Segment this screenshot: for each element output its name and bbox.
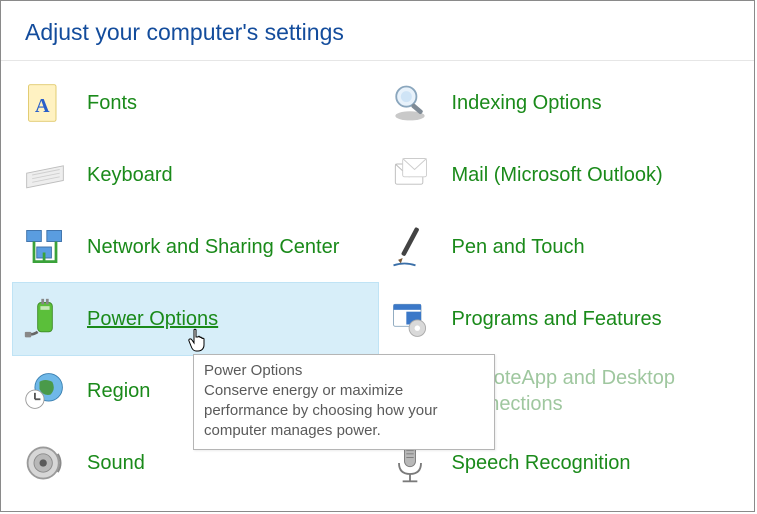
item-label: Network and Sharing Center xyxy=(87,234,339,260)
item-label: Speech Recognition xyxy=(452,450,631,476)
item-network-sharing-center[interactable]: Network and Sharing Center xyxy=(13,211,378,283)
control-panel-window: { "header": { "title": "Adjust your comp… xyxy=(0,0,755,512)
tooltip-power-options: Power Options Conserve energy or maximiz… xyxy=(193,354,495,450)
mail-icon xyxy=(386,151,434,199)
tooltip-title: Power Options xyxy=(204,361,484,381)
svg-text:A: A xyxy=(35,95,50,117)
power-icon xyxy=(21,295,69,343)
programs-icon xyxy=(386,295,434,343)
item-label: Programs and Features xyxy=(452,306,662,332)
item-pen-and-touch[interactable]: Pen and Touch xyxy=(378,211,743,283)
page-title: Adjust your computer's settings xyxy=(1,1,754,61)
item-label: Keyboard xyxy=(87,162,173,188)
item-label: Indexing Options xyxy=(452,90,602,116)
item-label: Fonts xyxy=(87,90,137,116)
item-programs-and-features[interactable]: Programs and Features xyxy=(378,283,743,355)
tooltip-body: Conserve energy or maximize performance … xyxy=(204,381,484,441)
indexing-icon xyxy=(386,79,434,127)
sound-icon xyxy=(21,439,69,487)
item-label: Pen and Touch xyxy=(452,234,585,260)
item-label: Sound xyxy=(87,450,145,476)
item-mail[interactable]: Mail (Microsoft Outlook) xyxy=(378,139,743,211)
item-fonts[interactable]: A Fonts xyxy=(13,67,378,139)
item-label: Region xyxy=(87,378,150,404)
fonts-icon: A xyxy=(21,79,69,127)
pen-icon xyxy=(386,223,434,271)
network-icon xyxy=(21,223,69,271)
keyboard-icon xyxy=(21,151,69,199)
item-label: Power Options xyxy=(87,306,218,332)
item-indexing-options[interactable]: Indexing Options xyxy=(378,67,743,139)
item-label: Mail (Microsoft Outlook) xyxy=(452,162,663,188)
item-keyboard[interactable]: Keyboard xyxy=(13,139,378,211)
item-power-options[interactable]: Power Options xyxy=(13,283,378,355)
region-icon xyxy=(21,367,69,415)
